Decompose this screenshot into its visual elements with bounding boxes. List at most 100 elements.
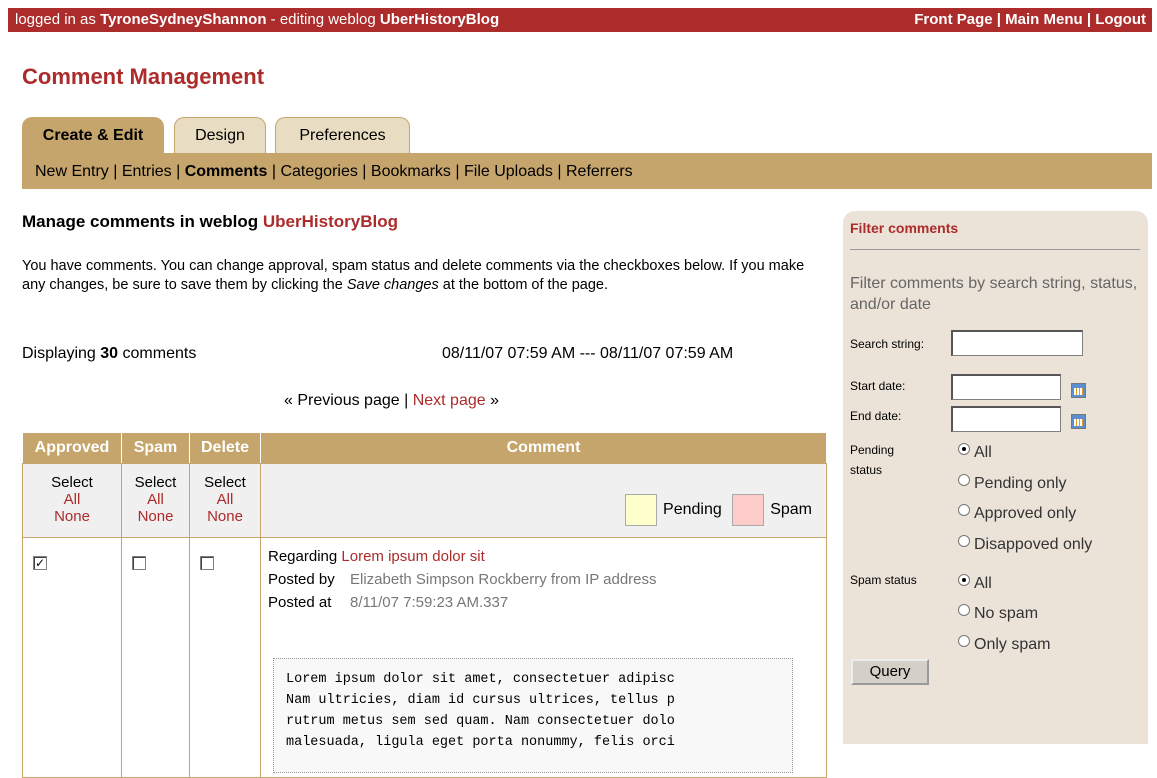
subnav-new-entry[interactable]: New Entry — [35, 163, 109, 180]
spam-all-radio[interactable]: All — [958, 574, 992, 593]
radio-icon — [958, 535, 970, 547]
radio-label: All — [974, 575, 992, 592]
spam-legend-label: Spam — [770, 501, 812, 519]
radio-icon — [958, 504, 970, 516]
calendar-icon[interactable] — [1071, 414, 1086, 429]
comment-cell: Regarding Lorem ipsum dolor sit Posted b… — [260, 537, 827, 778]
next-page-link[interactable]: Next page — [413, 392, 486, 409]
separator: | — [404, 392, 409, 409]
main-menu-link[interactable]: Main Menu — [1005, 11, 1083, 28]
date-range: 08/11/07 07:59 AM --- 08/11/07 07:59 AM — [442, 345, 734, 362]
tab-create-edit[interactable]: Create & Edit — [22, 117, 164, 154]
subnav-bookmarks[interactable]: Bookmarks — [371, 163, 451, 180]
regarding-label: Regarding — [268, 548, 338, 565]
intro-save-changes: Save changes — [346, 277, 439, 293]
pending-only-radio[interactable]: Pending only — [958, 474, 1067, 493]
spam-select-all[interactable]: All — [122, 491, 189, 508]
comment-line: Nam ultricies, diam id cursus ultrices, … — [286, 693, 675, 708]
comment-line: rutrum metus sem sed quam. Nam consectet… — [286, 714, 675, 729]
filter-description: Filter comments by search string, status… — [850, 275, 1138, 313]
count-suffix: comments — [122, 345, 197, 362]
comment-line: Lorem ipsum dolor sit amet, consectetuer… — [286, 672, 675, 687]
calendar-icon[interactable] — [1071, 383, 1086, 398]
pending-swatch — [625, 494, 658, 526]
pending-legend-label: Pending — [663, 501, 722, 519]
page-title: Comment Management — [22, 64, 265, 89]
heading-prefix: Manage comments in weblog — [22, 212, 259, 231]
pending-all-radio[interactable]: All — [958, 443, 992, 462]
heading-blog-name: UberHistoryBlog — [262, 212, 398, 231]
header-delete: Delete — [189, 432, 261, 464]
subnav-categories[interactable]: Categories — [280, 163, 357, 180]
logged-in-prefix: logged in as — [15, 11, 96, 28]
select-label: Select — [51, 474, 93, 491]
legend-cell: Pending Spam — [260, 463, 827, 538]
tab-design[interactable]: Design — [174, 117, 266, 154]
divider — [850, 249, 1140, 250]
count-value: 30 — [100, 345, 119, 362]
delete-select-all[interactable]: All — [190, 491, 260, 508]
query-button[interactable]: Query — [851, 659, 929, 685]
approved-cell: ✓ — [22, 537, 122, 778]
intro-text: You have comments. You can change approv… — [22, 257, 812, 295]
previous-page: « Previous page — [284, 392, 400, 409]
subnav-comments[interactable]: Comments — [185, 163, 268, 180]
approved-select-none[interactable]: None — [23, 508, 121, 525]
radio-label: Disappoved only — [974, 536, 1093, 553]
intro-part-2: at the bottom of the page. — [442, 277, 609, 293]
weblog-name: UberHistoryBlog — [379, 11, 500, 28]
delete-select-none[interactable]: None — [190, 508, 260, 525]
radio-selected-icon — [958, 443, 970, 455]
delete-checkbox[interactable] — [200, 556, 214, 570]
approved-only-radio[interactable]: Approved only — [958, 504, 1077, 523]
disapproved-only-radio[interactable]: Disappoved only — [958, 535, 1093, 554]
approved-select-all[interactable]: All — [23, 491, 121, 508]
only-spam-radio[interactable]: Only spam — [958, 635, 1051, 654]
count-prefix: Displaying — [22, 345, 96, 362]
filter-panel: Filter comments Filter comments by searc… — [843, 211, 1148, 744]
header-comment: Comment — [260, 432, 827, 464]
spam-status-label: Spam status — [850, 573, 917, 587]
sub-navigation: New Entry | Entries | Comments | Categor… — [22, 153, 1152, 189]
front-page-link[interactable]: Front Page — [914, 11, 992, 28]
spam-select-cell: Select All None — [121, 463, 190, 538]
subnav-file-uploads[interactable]: File Uploads — [464, 163, 553, 180]
posted-by-value: Elizabeth Simpson Rockberry from IP addr… — [350, 571, 657, 588]
no-spam-radio[interactable]: No spam — [958, 604, 1039, 623]
subnav-entries[interactable]: Entries — [122, 163, 172, 180]
separator: | — [1086, 11, 1092, 28]
comment-body: Lorem ipsum dolor sit amet, consectetuer… — [273, 658, 793, 773]
separator: | — [996, 11, 1001, 28]
radio-label: Only spam — [974, 636, 1051, 653]
spam-select-none[interactable]: None — [122, 508, 189, 525]
spam-cell — [121, 537, 190, 778]
end-date-input[interactable] — [951, 406, 1061, 432]
pager: « Previous page | Next page » — [284, 392, 499, 410]
radio-label: No spam — [974, 605, 1039, 622]
regarding-link[interactable]: Lorem ipsum dolor sit — [341, 548, 484, 565]
tab-preferences[interactable]: Preferences — [275, 117, 410, 154]
radio-label: All — [974, 444, 992, 461]
delete-select-cell: Select All None — [189, 463, 261, 538]
approved-checkbox[interactable]: ✓ — [33, 556, 47, 570]
radio-label: Approved only — [974, 505, 1077, 522]
section-heading: Manage comments in weblog UberHistoryBlo… — [22, 212, 398, 232]
select-label: Select — [204, 474, 246, 491]
header-spam: Spam — [121, 432, 190, 464]
posted-at-label: Posted at — [268, 594, 332, 611]
comment-line: malesuada, ligula eget porta nonummy, fe… — [286, 735, 675, 750]
radio-label: Pending only — [974, 475, 1067, 492]
comments-table: Approved Spam Delete Comment Select All … — [22, 432, 827, 778]
separator: | — [455, 163, 460, 180]
separator: | — [362, 163, 367, 180]
start-date-input[interactable] — [951, 374, 1061, 400]
search-input[interactable] — [951, 330, 1083, 356]
radio-selected-icon — [958, 574, 970, 586]
spam-checkbox[interactable] — [132, 556, 146, 570]
search-label: Search string: — [850, 337, 925, 351]
logout-link[interactable]: Logout — [1095, 11, 1146, 28]
subnav-referrers[interactable]: Referrers — [566, 163, 633, 180]
separator: | — [271, 163, 277, 180]
login-info: logged in as TyroneSydneyShannon - editi… — [15, 8, 499, 32]
delete-cell — [189, 537, 261, 778]
